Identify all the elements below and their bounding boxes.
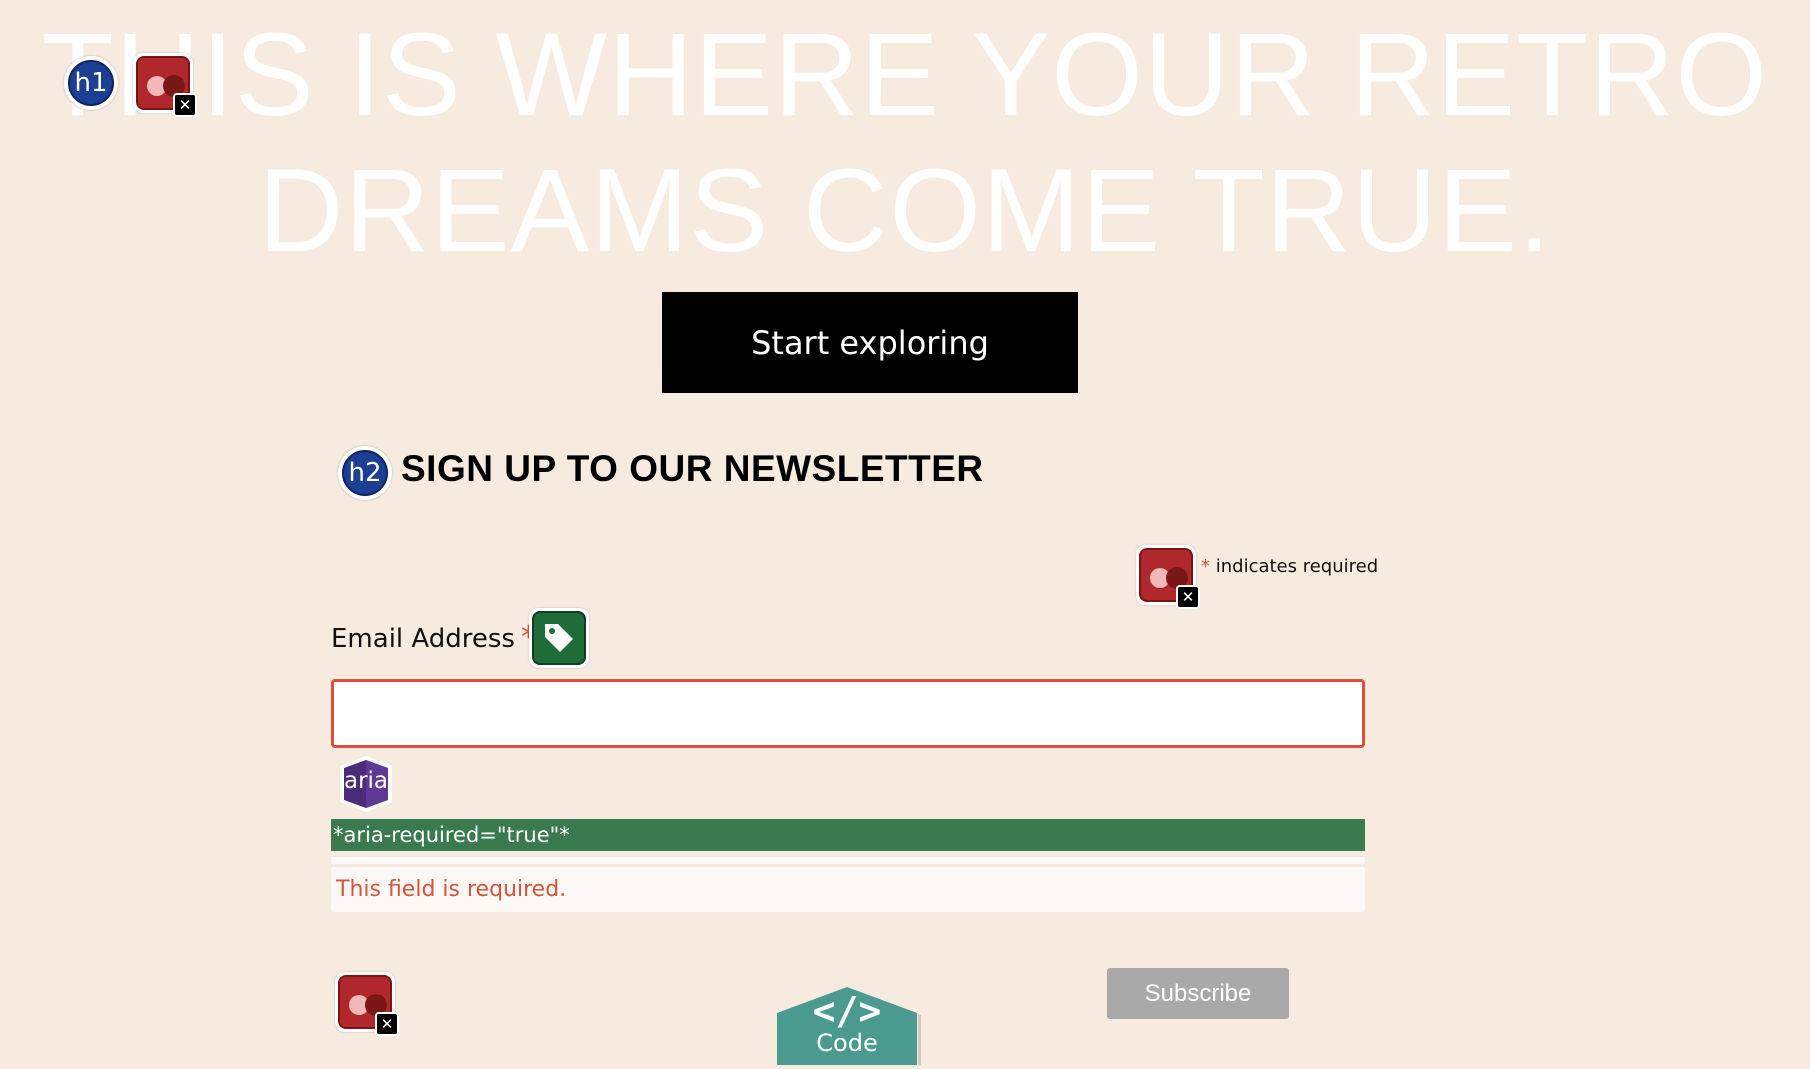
field-error-message: This field is required.: [331, 867, 1365, 912]
close-icon: ✕: [375, 1012, 399, 1036]
code-tab-label: Code: [816, 1029, 878, 1057]
aria-required-annotation: *aria-required="true"*: [331, 819, 1365, 851]
contrast-error-icon[interactable]: ✕: [335, 972, 399, 1036]
email-field[interactable]: [331, 679, 1365, 748]
subscribe-button[interactable]: Subscribe: [1107, 968, 1289, 1019]
hero-heading-line-2: DREAMS COME TRUE.: [258, 145, 1552, 277]
hero-heading-line-1: THIS IS WHERE YOUR RETRO: [41, 9, 1769, 141]
start-exploring-button[interactable]: Start exploring: [662, 292, 1078, 393]
h2-badge-icon[interactable]: h2: [338, 446, 392, 500]
required-note: * indicates required: [1201, 556, 1378, 577]
tag-icon[interactable]: [529, 608, 589, 668]
newsletter-title: SIGN UP TO OUR NEWSLETTER: [401, 448, 984, 489]
code-tab[interactable]: </> Code: [773, 985, 924, 1065]
close-icon: ✕: [1176, 585, 1200, 609]
contrast-error-icon[interactable]: ✕: [1136, 545, 1200, 609]
required-note-text: indicates required: [1215, 556, 1379, 577]
close-icon: ✕: [173, 93, 197, 117]
aria-badge-label: aria: [343, 768, 389, 794]
divider: [331, 857, 1365, 864]
email-label: Email Address*: [331, 620, 536, 655]
h1-badge-icon[interactable]: h1: [64, 56, 118, 110]
contrast-error-icon[interactable]: ✕: [133, 53, 197, 117]
email-label-text: Email Address: [331, 624, 515, 654]
code-icon: </>: [812, 989, 882, 1033]
aria-icon[interactable]: aria: [336, 754, 396, 814]
required-star: *: [1201, 556, 1210, 577]
